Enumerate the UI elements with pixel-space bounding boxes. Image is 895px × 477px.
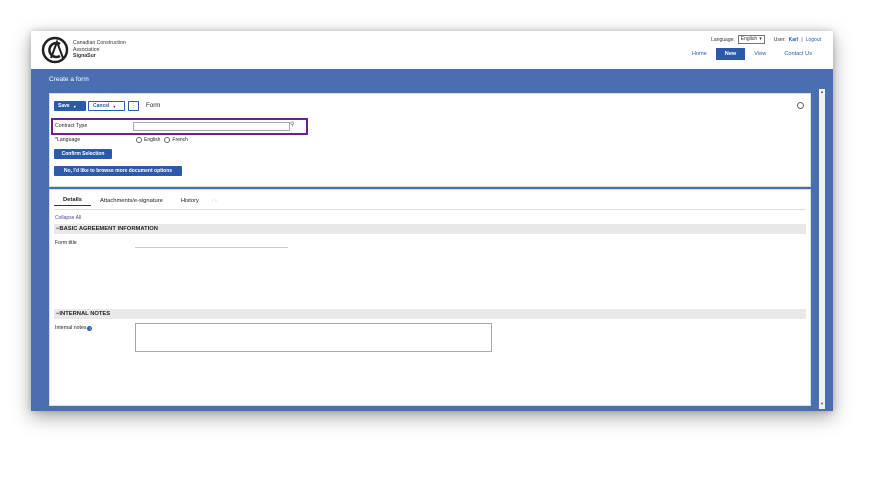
- section-basic-agreement-title: BASIC AGREEMENT INFORMATION: [59, 226, 158, 232]
- tab-scroll-arrows-icon[interactable]: ‹ ›: [212, 198, 217, 204]
- collapse-all-link[interactable]: Collapse All: [55, 215, 81, 221]
- kebab-icon: ⋮: [131, 103, 136, 109]
- form-title-input[interactable]: [135, 247, 288, 248]
- org-line3: SignaSur: [73, 53, 96, 59]
- save-label: Save: [58, 103, 70, 109]
- internal-notes-textarea[interactable]: [135, 323, 492, 352]
- header: Canadian Construction Association SignaS…: [31, 31, 833, 69]
- internal-notes-label: Internal notes ?: [55, 325, 93, 331]
- save-button[interactable]: Save ▾: [54, 101, 86, 111]
- logout-link[interactable]: Logout: [806, 37, 821, 43]
- tab-history[interactable]: History: [172, 196, 208, 206]
- settings-icon[interactable]: [797, 102, 804, 109]
- radio-english[interactable]: [136, 137, 142, 143]
- tab-bar: Details Attachments/e-signature History …: [54, 195, 217, 206]
- language-select-value: English: [740, 36, 758, 42]
- form-label: Form: [146, 102, 161, 109]
- radio-french-label: French: [172, 137, 188, 143]
- scroll-up-icon[interactable]: ▲: [819, 89, 825, 95]
- search-icon[interactable]: ⚲: [290, 121, 294, 128]
- tab-attachments[interactable]: Attachments/e-signature: [91, 196, 172, 206]
- app-window: Canadian Construction Association SignaS…: [31, 31, 833, 411]
- contract-type-label: Contract Type: [55, 123, 88, 129]
- nav-contact-us[interactable]: Contact Us: [775, 48, 821, 60]
- form-selection-panel: Save ▾ Cancel ▾ ⋮ Form Contract Type ⚲ *…: [49, 93, 811, 187]
- caret-down-icon: ▾: [73, 103, 76, 109]
- nav-new[interactable]: New: [715, 48, 746, 60]
- more-options-button[interactable]: ⋮: [128, 101, 139, 111]
- help-icon[interactable]: ?: [87, 325, 93, 331]
- nav-view[interactable]: View: [745, 48, 775, 60]
- caret-down-icon: ▾: [113, 103, 116, 109]
- chevron-down-icon: ▾: [759, 36, 762, 42]
- scroll-down-icon[interactable]: ▼: [819, 401, 825, 407]
- browse-more-button[interactable]: No, I'd like to browse more document opt…: [54, 166, 182, 176]
- section-basic-agreement[interactable]: − BASIC AGREEMENT INFORMATION: [54, 224, 806, 234]
- section-internal-notes-title: INTERNAL NOTES: [59, 311, 111, 317]
- separator: |: [801, 36, 803, 43]
- contract-type-input[interactable]: [133, 122, 290, 131]
- org-name: Canadian Construction Association SignaS…: [73, 40, 126, 60]
- tab-details[interactable]: Details: [54, 195, 92, 206]
- language-field-text: Language: [57, 137, 81, 143]
- scrollbar[interactable]: [819, 89, 825, 409]
- language-label: Language:: [711, 36, 735, 43]
- logo-icon: [41, 36, 69, 64]
- main-nav: Home New View Contact Us: [683, 48, 821, 60]
- user-label: User:: [773, 36, 786, 43]
- radio-english-label: English: [144, 137, 161, 143]
- language-field-label: *Language: [55, 137, 81, 143]
- language-user-row: Language: English ▾ User: Karl | Logout: [711, 35, 821, 44]
- page-title: Create a form: [49, 76, 89, 83]
- cancel-button[interactable]: Cancel ▾: [88, 101, 125, 111]
- form-details-panel: Details Attachments/e-signature History …: [49, 189, 811, 406]
- tab-divider: [54, 209, 806, 210]
- internal-notes-text: Internal notes: [55, 325, 87, 331]
- form-title-label: Form title: [55, 240, 77, 246]
- cancel-label: Cancel: [93, 103, 110, 109]
- org-line1: Canadian Construction: [73, 40, 126, 46]
- section-internal-notes[interactable]: − INTERNAL NOTES: [54, 309, 806, 319]
- confirm-selection-button[interactable]: Confirm Selection: [54, 149, 112, 159]
- language-radio-group: English French: [136, 137, 188, 143]
- radio-french[interactable]: [164, 137, 171, 143]
- nav-home[interactable]: Home: [683, 48, 716, 60]
- language-select[interactable]: English ▾: [737, 35, 765, 44]
- user-name[interactable]: Karl: [789, 37, 799, 43]
